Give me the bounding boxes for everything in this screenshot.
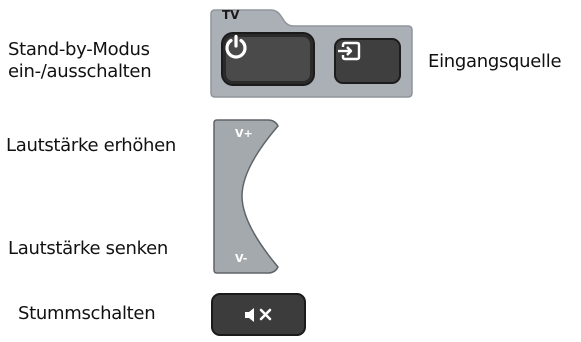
input-source-button[interactable]	[334, 38, 401, 84]
input-source-icon	[338, 41, 361, 61]
volume-rocker-shape	[213, 119, 279, 274]
volume-down-button[interactable]: V-	[235, 252, 247, 265]
mute-button[interactable]	[211, 293, 306, 336]
mute-label: Stummschalten	[18, 303, 156, 324]
power-button[interactable]	[218, 30, 318, 89]
standby-label: Stand-by-Modus ein-/ausschalten	[8, 39, 152, 83]
standby-label-line2: ein-/ausschalten	[8, 61, 152, 82]
volume-up-button[interactable]: V+	[235, 127, 253, 140]
volume-rocker[interactable]: V+ V-	[212, 118, 284, 275]
standby-label-line1: Stand-by-Modus	[8, 39, 150, 60]
speaker-mute-icon	[244, 307, 271, 322]
tv-control-panel: TV	[209, 8, 414, 99]
volume-up-label: Lautstärke erhöhen	[6, 135, 177, 156]
tv-panel-title: TV	[222, 8, 240, 22]
input-source-label: Eingangsquelle	[428, 51, 562, 72]
power-icon	[225, 34, 247, 59]
volume-down-label: Lautstärke senken	[8, 238, 168, 259]
